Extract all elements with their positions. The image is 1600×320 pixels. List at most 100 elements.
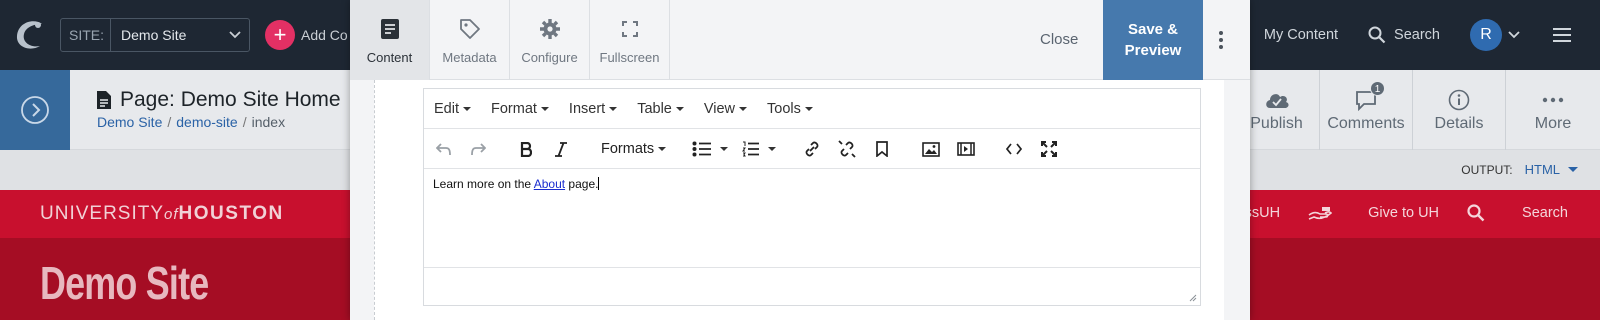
menu-insert[interactable]: Insert bbox=[568, 100, 618, 117]
bookmark-icon bbox=[876, 141, 888, 157]
more-button[interactable]: More bbox=[1505, 70, 1600, 150]
comments-button[interactable]: 1 Comments bbox=[1319, 70, 1412, 150]
menu-tools[interactable]: Tools bbox=[767, 101, 813, 117]
document-icon bbox=[380, 18, 399, 39]
editor-form-body: Edit Format Insert Table View Tools Form… bbox=[374, 80, 1224, 320]
tab-fullscreen[interactable]: Fullscreen bbox=[590, 0, 670, 80]
tab-metadata[interactable]: Metadata bbox=[430, 0, 510, 80]
user-menu[interactable]: R bbox=[1470, 19, 1520, 51]
details-button[interactable]: Details bbox=[1412, 70, 1505, 150]
numbered-list-button[interactable] bbox=[742, 139, 776, 159]
tab-label: Content bbox=[366, 49, 413, 65]
caret-down-icon bbox=[675, 106, 684, 111]
undo-icon bbox=[436, 143, 451, 156]
chevron-down-icon bbox=[1508, 31, 1520, 39]
formats-label: Formats bbox=[601, 141, 655, 157]
site-selector-value: Demo Site bbox=[121, 27, 187, 43]
image-icon bbox=[922, 141, 940, 157]
caret-down-icon bbox=[720, 147, 728, 151]
formats-dropdown[interactable]: Formats bbox=[601, 139, 667, 159]
insert-link-button[interactable] bbox=[803, 139, 821, 159]
search-label: Search bbox=[1394, 27, 1440, 43]
italic-button[interactable] bbox=[554, 139, 568, 159]
bullet-list-button[interactable] bbox=[692, 139, 728, 159]
hamburger-icon bbox=[1553, 28, 1571, 42]
global-search-button[interactable]: Search bbox=[1368, 26, 1440, 44]
avatar: R bbox=[1470, 19, 1502, 51]
hamburger-menu-button[interactable] bbox=[1552, 27, 1572, 43]
tab-configure[interactable]: Configure bbox=[510, 0, 590, 80]
source-code-button[interactable] bbox=[1006, 139, 1022, 159]
tag-icon bbox=[459, 18, 480, 39]
caret-down-icon bbox=[768, 147, 776, 151]
hero-title: Demo Site bbox=[40, 257, 209, 309]
add-content-button[interactable]: + Add Co bbox=[265, 20, 348, 50]
breadcrumb-item[interactable]: demo-site bbox=[176, 114, 237, 130]
save-label-line1: Save & bbox=[1127, 21, 1179, 38]
top-right-nav: My Content Search R bbox=[1264, 0, 1600, 70]
output-selector[interactable]: OUTPUT: HTML bbox=[1461, 162, 1578, 177]
undo-button[interactable] bbox=[436, 139, 452, 159]
gear-icon bbox=[539, 18, 560, 39]
give-label: Give to UH bbox=[1368, 205, 1440, 221]
menu-view[interactable]: View bbox=[703, 100, 748, 117]
publish-label: Publish bbox=[1250, 115, 1303, 132]
page-actions: Publish 1 Comments Details More bbox=[1234, 70, 1600, 150]
tab-content[interactable]: Content bbox=[350, 0, 430, 80]
insert-image-button[interactable] bbox=[922, 139, 940, 159]
editor-menubar: Edit Format Insert Table View Tools bbox=[424, 89, 1200, 129]
link-icon bbox=[805, 141, 819, 157]
kebab-menu-icon[interactable] bbox=[1218, 30, 1224, 50]
redo-button[interactable] bbox=[470, 139, 486, 159]
menu-label: Insert bbox=[568, 100, 606, 117]
tab-label: Fullscreen bbox=[599, 49, 660, 65]
editor-fullscreen-button[interactable] bbox=[1041, 139, 1057, 159]
hand-gift-icon bbox=[1308, 207, 1333, 220]
bold-button[interactable] bbox=[520, 139, 532, 159]
rich-text-editor[interactable]: Edit Format Insert Table View Tools Form… bbox=[423, 88, 1201, 306]
caret-down-icon bbox=[804, 106, 813, 111]
save-label-line2: Preview bbox=[1124, 42, 1182, 59]
italic-icon bbox=[555, 141, 567, 157]
breadcrumb-item[interactable]: Demo Site bbox=[97, 114, 162, 130]
caret-down-icon bbox=[540, 106, 549, 111]
close-button[interactable]: Close bbox=[1040, 31, 1078, 48]
tab-label: Metadata bbox=[442, 49, 497, 65]
menu-label: View bbox=[703, 100, 736, 117]
menu-format[interactable]: Format bbox=[491, 101, 549, 117]
uh-logo[interactable]: UNIVERSITYofHOUSTON bbox=[40, 203, 284, 225]
menu-table[interactable]: Table bbox=[637, 101, 684, 117]
caret-down-icon bbox=[658, 147, 667, 151]
redo-icon bbox=[471, 143, 486, 156]
expand-icon bbox=[621, 20, 638, 37]
menu-label: Tools bbox=[767, 100, 801, 117]
site-selector[interactable]: SITE: Demo Site bbox=[60, 18, 250, 52]
uh-search-label: Search bbox=[1522, 205, 1568, 221]
content-text: Learn more on the bbox=[433, 177, 534, 191]
toggle-sidebar-button[interactable] bbox=[0, 70, 70, 150]
page-title-text: Page: Demo Site Home bbox=[120, 88, 341, 111]
anchor-button[interactable] bbox=[876, 139, 888, 159]
save-and-preview-button[interactable]: Save & Preview bbox=[1103, 0, 1203, 80]
fullscreen-icon bbox=[1041, 141, 1057, 157]
uh-search-link[interactable]: Search bbox=[1467, 204, 1568, 222]
editor-content-area[interactable]: Learn more on the About page. bbox=[424, 169, 1200, 268]
comments-label: Comments bbox=[1327, 115, 1405, 132]
resize-handle-icon[interactable] bbox=[1188, 293, 1197, 302]
output-value: HTML bbox=[1524, 162, 1560, 177]
uh-logo-text: UNIVERSITY bbox=[40, 203, 165, 224]
my-content-link[interactable]: My Content bbox=[1264, 27, 1338, 43]
uh-logo-text: of bbox=[164, 206, 179, 223]
about-link[interactable]: About bbox=[534, 177, 565, 191]
remove-link-button[interactable] bbox=[838, 139, 856, 159]
chevron-down-icon bbox=[229, 31, 241, 39]
give-link[interactable]: Give to UH bbox=[1308, 204, 1439, 222]
video-icon bbox=[957, 142, 975, 156]
search-icon bbox=[1467, 204, 1485, 222]
menu-label: Format bbox=[491, 100, 537, 117]
more-label: More bbox=[1534, 115, 1572, 132]
menu-label: Edit bbox=[434, 100, 459, 117]
insert-media-button[interactable] bbox=[957, 139, 975, 159]
menu-edit[interactable]: Edit bbox=[434, 101, 471, 117]
crafter-logo-icon[interactable] bbox=[12, 16, 48, 52]
